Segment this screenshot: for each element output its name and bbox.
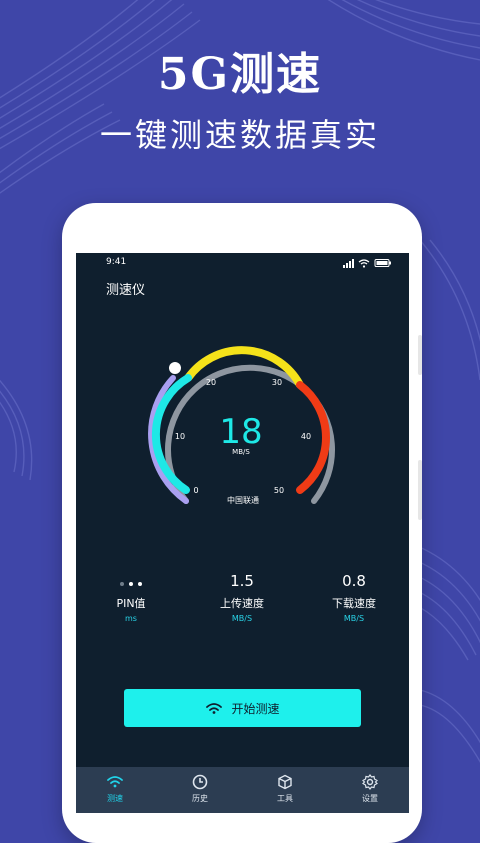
stat-download-label: 下载速度 [332,597,376,610]
stat-upload-label: 上传速度 [220,597,264,610]
stat-ping-unit: ms [125,614,137,623]
promo-subtitle: 一键测速数据真实 [99,116,380,154]
tab-history[interactable]: 历史 [175,771,225,804]
gauge-tick: 0 [193,486,198,495]
wifi-icon [206,703,223,714]
battery-icon [374,259,391,267]
wifi-status-icon [358,259,370,265]
tab-label: 测速 [107,794,123,803]
clock-icon [192,774,208,790]
wifi-icon [107,776,123,788]
carrier-name: 中国联通 [227,495,259,505]
phone-side-button [418,335,422,375]
gauge-tick: 20 [206,378,216,387]
gauge-knob [169,362,181,374]
signal-icon [343,259,354,268]
tab-label: 工具 [277,794,293,803]
app-title: 测速仪 [106,283,146,298]
stat-upload-value: 1.5 [230,572,254,590]
tab-tools[interactable]: 工具 [260,771,310,804]
gauge-tick: 50 [274,486,284,495]
stat-ping-label: PIN值 [116,597,146,610]
gauge-tick: 30 [272,378,282,387]
phone-side-button [418,460,422,520]
gear-icon [362,774,378,790]
speed-gauge: 0 10 20 30 40 50 18 MB/S 中国联通 [148,346,335,505]
speed-value: 18 [219,412,262,452]
status-bar: 9:41 [76,253,409,273]
start-test-button[interactable]: 开始测速 [124,689,361,727]
bottom-tab-bar: 测速 历史 工具 设置 [76,767,409,813]
status-icons [343,258,393,271]
stat-ping: PIN值 ms [76,571,186,623]
stats-row: PIN值 ms 1.5 上传速度 MB/S 0.8 下载速度 MB/S [76,571,409,631]
stat-download: 0.8 下载速度 MB/S [299,571,409,623]
stat-download-unit: MB/S [343,614,365,623]
tab-label: 历史 [192,794,208,803]
start-test-label: 开始测速 [231,701,280,716]
gauge-tick: 40 [301,432,311,441]
stat-upload: 1.5 上传速度 MB/S [187,571,297,623]
stat-upload-unit: MB/S [231,614,253,623]
tab-settings[interactable]: 设置 [345,771,395,804]
tab-speed-test[interactable]: 测速 [90,771,140,804]
stat-download-value: 0.8 [342,572,366,590]
tab-label: 设置 [362,794,378,803]
box-icon [278,774,292,790]
ping-loading-dots [120,574,142,594]
app-screen: 9:41 测速仪 0 10 20 30 40 50 18 MB/S 中国联通 P… [76,253,409,813]
promo-title: 5G测速 [157,49,323,100]
speed-unit: MB/S [232,448,250,456]
status-time: 9:41 [106,257,127,267]
gauge-tick: 10 [175,432,185,441]
